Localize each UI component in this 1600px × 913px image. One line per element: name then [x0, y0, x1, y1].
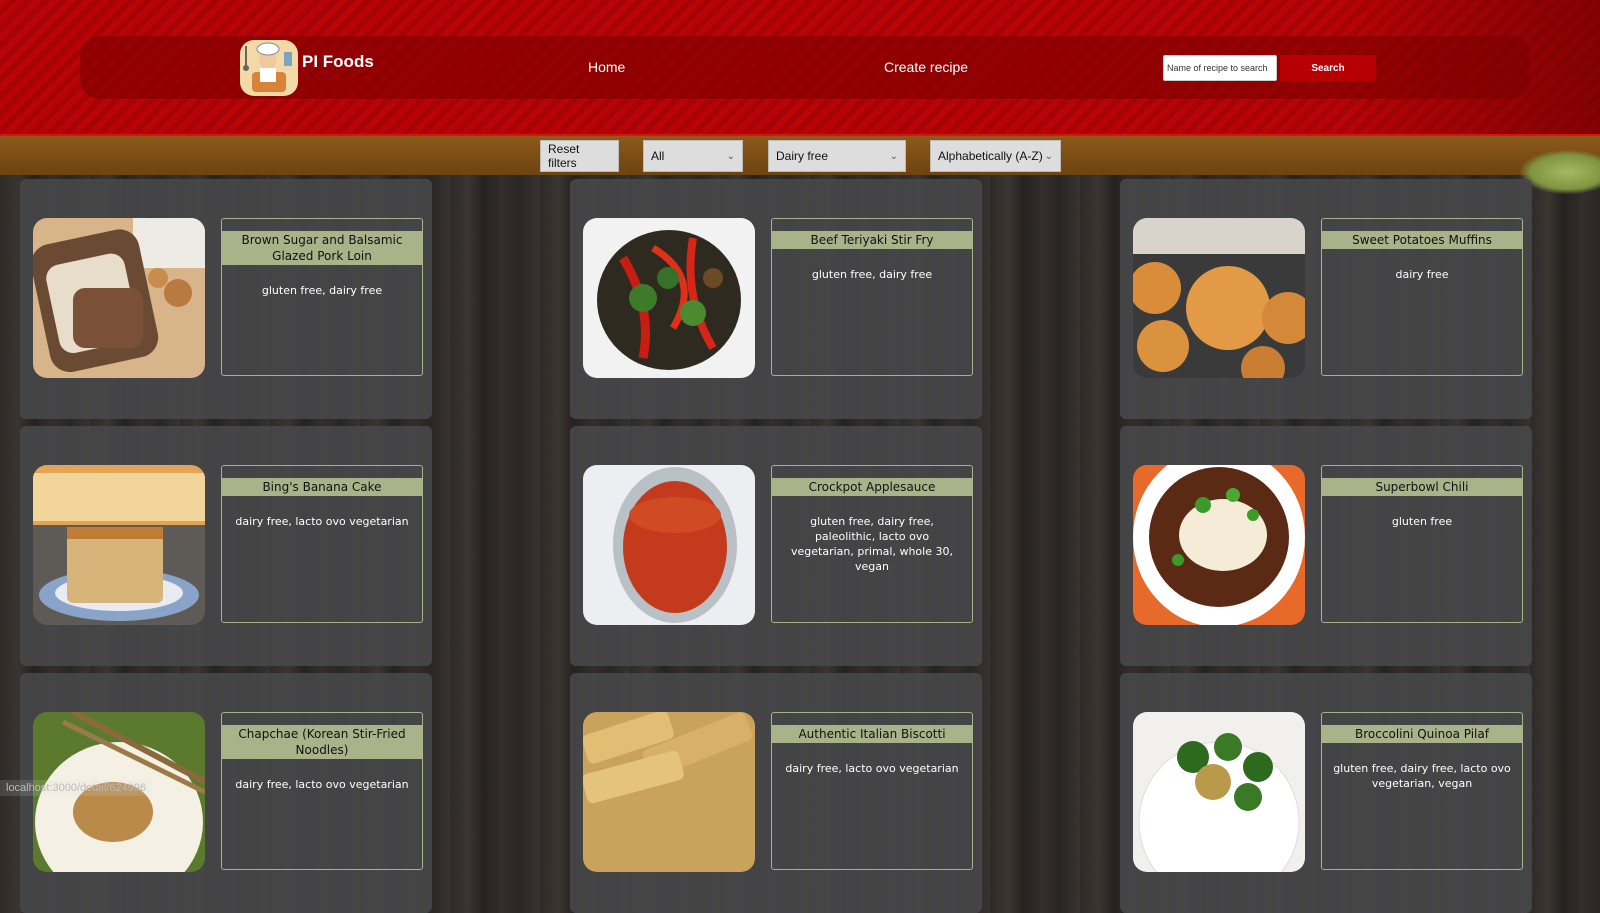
- search-button[interactable]: Search: [1280, 55, 1376, 81]
- recipe-diets: gluten free: [1391, 515, 1453, 528]
- recipe-diets: dairy free, lacto ovo vegetarian: [235, 515, 409, 528]
- recipe-card[interactable]: Sweet Potatoes Muffins dairy free: [1120, 179, 1532, 419]
- nav-create-recipe-link[interactable]: Create recipe: [884, 59, 968, 75]
- reset-filters-label: Reset filters: [548, 142, 580, 170]
- diet-filter-value: Dairy free: [776, 149, 829, 163]
- recipe-card[interactable]: Brown Sugar and Balsamic Glazed Pork Loi…: [20, 179, 432, 419]
- order-value: Alphabetically (A-Z): [938, 149, 1043, 163]
- recipe-image[interactable]: [33, 465, 205, 625]
- recipe-info: Broccolini Quinoa Pilaf gluten free, dai…: [1321, 712, 1523, 870]
- recipe-card[interactable]: Broccolini Quinoa Pilaf gluten free, dai…: [1120, 673, 1532, 913]
- recipe-card[interactable]: Beef Teriyaki Stir Fry gluten free, dair…: [570, 179, 982, 419]
- recipe-diets: gluten free, dairy free, lacto ovo veget…: [1333, 762, 1511, 790]
- recipe-diets: gluten free, dairy free: [261, 284, 383, 297]
- recipe-image[interactable]: [583, 465, 755, 625]
- recipe-info: Beef Teriyaki Stir Fry gluten free, dair…: [771, 218, 973, 376]
- recipe-title[interactable]: Sweet Potatoes Muffins: [1322, 231, 1522, 249]
- chevron-down-icon: ⌄: [889, 150, 898, 162]
- recipe-info: Brown Sugar and Balsamic Glazed Pork Loi…: [221, 218, 423, 376]
- logo-text[interactable]: PI Foods: [302, 52, 374, 72]
- source-filter-value: All: [651, 149, 665, 163]
- diet-filter-select[interactable]: Dairy free ⌄: [768, 140, 906, 172]
- recipe-image[interactable]: [583, 712, 755, 872]
- recipe-image[interactable]: [583, 218, 755, 378]
- status-bar-url: localhost:3000/detail/624996: [0, 780, 153, 796]
- recipe-image[interactable]: [1133, 712, 1305, 872]
- recipe-title[interactable]: Bing's Banana Cake: [222, 478, 422, 496]
- order-select[interactable]: Alphabetically (A-Z) ⌄: [930, 140, 1061, 172]
- recipe-info: Sweet Potatoes Muffins dairy free: [1321, 218, 1523, 376]
- recipe-title[interactable]: Brown Sugar and Balsamic Glazed Pork Loi…: [222, 231, 422, 265]
- recipe-info: Superbowl Chili gluten free: [1321, 465, 1523, 623]
- recipe-title[interactable]: Crockpot Applesauce: [772, 478, 972, 496]
- recipe-image[interactable]: [1133, 218, 1305, 378]
- recipe-diets: gluten free, dairy free, paleolithic, la…: [791, 515, 953, 573]
- recipe-title[interactable]: Chapchae (Korean Stir-Fried Noodles): [222, 725, 422, 759]
- recipe-title[interactable]: Superbowl Chili: [1322, 478, 1522, 496]
- recipe-title[interactable]: Authentic Italian Biscotti: [772, 725, 972, 743]
- nav-home-link[interactable]: Home: [588, 59, 625, 75]
- recipe-info: Authentic Italian Biscotti dairy free, l…: [771, 712, 973, 870]
- search-input[interactable]: [1163, 55, 1277, 81]
- recipe-title[interactable]: Beef Teriyaki Stir Fry: [772, 231, 972, 249]
- chevron-down-icon: ⌄: [1044, 150, 1053, 162]
- recipe-card[interactable]: Crockpot Applesauce gluten free, dairy f…: [570, 426, 982, 666]
- recipe-image[interactable]: [1133, 465, 1305, 625]
- chef-logo-icon[interactable]: [238, 36, 300, 98]
- recipe-title[interactable]: Broccolini Quinoa Pilaf: [1322, 725, 1522, 743]
- recipe-diets: gluten free, dairy free: [811, 268, 933, 281]
- leaf-decoration: [1520, 150, 1600, 194]
- reset-filters-button[interactable]: Reset filters: [540, 140, 619, 172]
- recipe-card[interactable]: Authentic Italian Biscotti dairy free, l…: [570, 673, 982, 913]
- recipe-info: Bing's Banana Cake dairy free, lacto ovo…: [221, 465, 423, 623]
- chevron-down-icon: ⌄: [726, 150, 735, 162]
- recipe-info: Crockpot Applesauce gluten free, dairy f…: [771, 465, 973, 623]
- recipe-image[interactable]: [33, 218, 205, 378]
- recipe-diets: dairy free, lacto ovo vegetarian: [785, 762, 959, 775]
- recipe-diets: dairy free: [1395, 268, 1449, 281]
- recipe-info: Chapchae (Korean Stir-Fried Noodles) dai…: [221, 712, 423, 870]
- source-filter-select[interactable]: All ⌄: [643, 140, 743, 172]
- recipe-diets: dairy free, lacto ovo vegetarian: [235, 778, 409, 791]
- recipe-card[interactable]: Superbowl Chili gluten free: [1120, 426, 1532, 666]
- recipe-card[interactable]: Bing's Banana Cake dairy free, lacto ovo…: [20, 426, 432, 666]
